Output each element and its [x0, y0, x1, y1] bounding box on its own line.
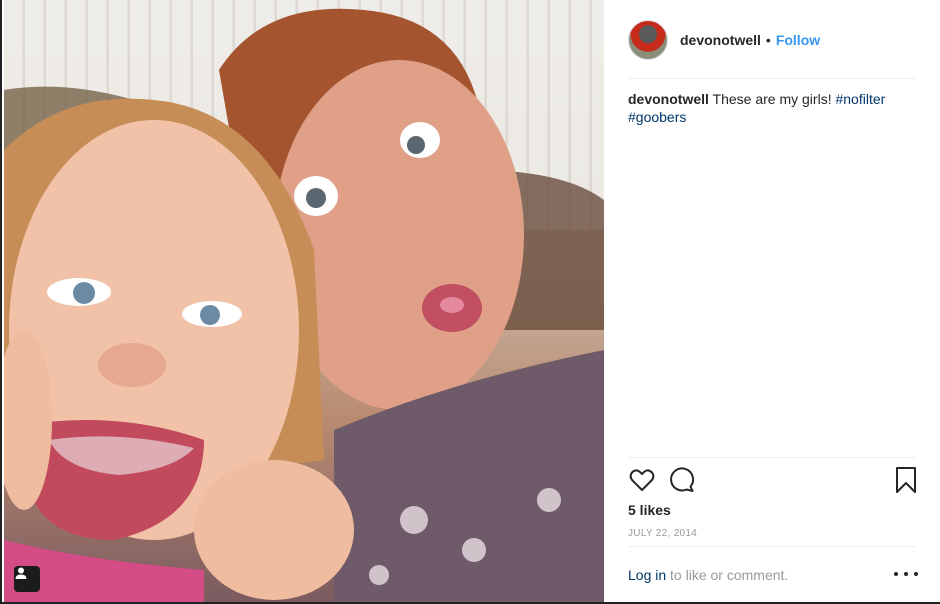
- login-text: to like or comment.: [670, 567, 789, 583]
- avatar-image[interactable]: [628, 20, 668, 60]
- username-link[interactable]: devonotwell: [680, 32, 761, 48]
- post-caption: devonotwell These are my girls! #nofilte…: [628, 90, 918, 126]
- hashtag-link[interactable]: #goobers: [628, 109, 686, 125]
- comment-bubble-icon[interactable]: [668, 466, 696, 494]
- hashtag-link[interactable]: #nofilter: [835, 91, 885, 107]
- caption-text: These are my girls!: [712, 91, 832, 107]
- action-bar: [628, 466, 918, 496]
- user-tag-button[interactable]: [14, 566, 40, 592]
- actions-divider: [628, 457, 916, 458]
- caption-username[interactable]: devonotwell: [628, 91, 709, 107]
- login-prompt: Log in to like or comment.: [628, 567, 788, 583]
- post-dialog: devonotwell • Follow devonotwell These a…: [0, 0, 940, 604]
- user-tag-icon: [15, 567, 27, 579]
- post-sidebar: devonotwell • Follow devonotwell These a…: [604, 0, 940, 602]
- post-photo[interactable]: [4, 0, 604, 602]
- login-link[interactable]: Log in: [628, 567, 666, 583]
- likes-count[interactable]: 5 likes: [628, 502, 671, 518]
- photo-illustration: [4, 8, 604, 602]
- header-divider: [628, 78, 916, 79]
- follow-button[interactable]: Follow: [776, 32, 820, 48]
- post-date[interactable]: JULY 22, 2014: [628, 528, 697, 539]
- separator-dot: •: [765, 32, 771, 48]
- heart-icon[interactable]: [628, 466, 656, 494]
- post-header: devonotwell • Follow: [628, 18, 820, 62]
- more-options-icon[interactable]: [894, 566, 918, 582]
- footer-divider: [628, 546, 916, 547]
- bookmark-icon[interactable]: [892, 466, 920, 494]
